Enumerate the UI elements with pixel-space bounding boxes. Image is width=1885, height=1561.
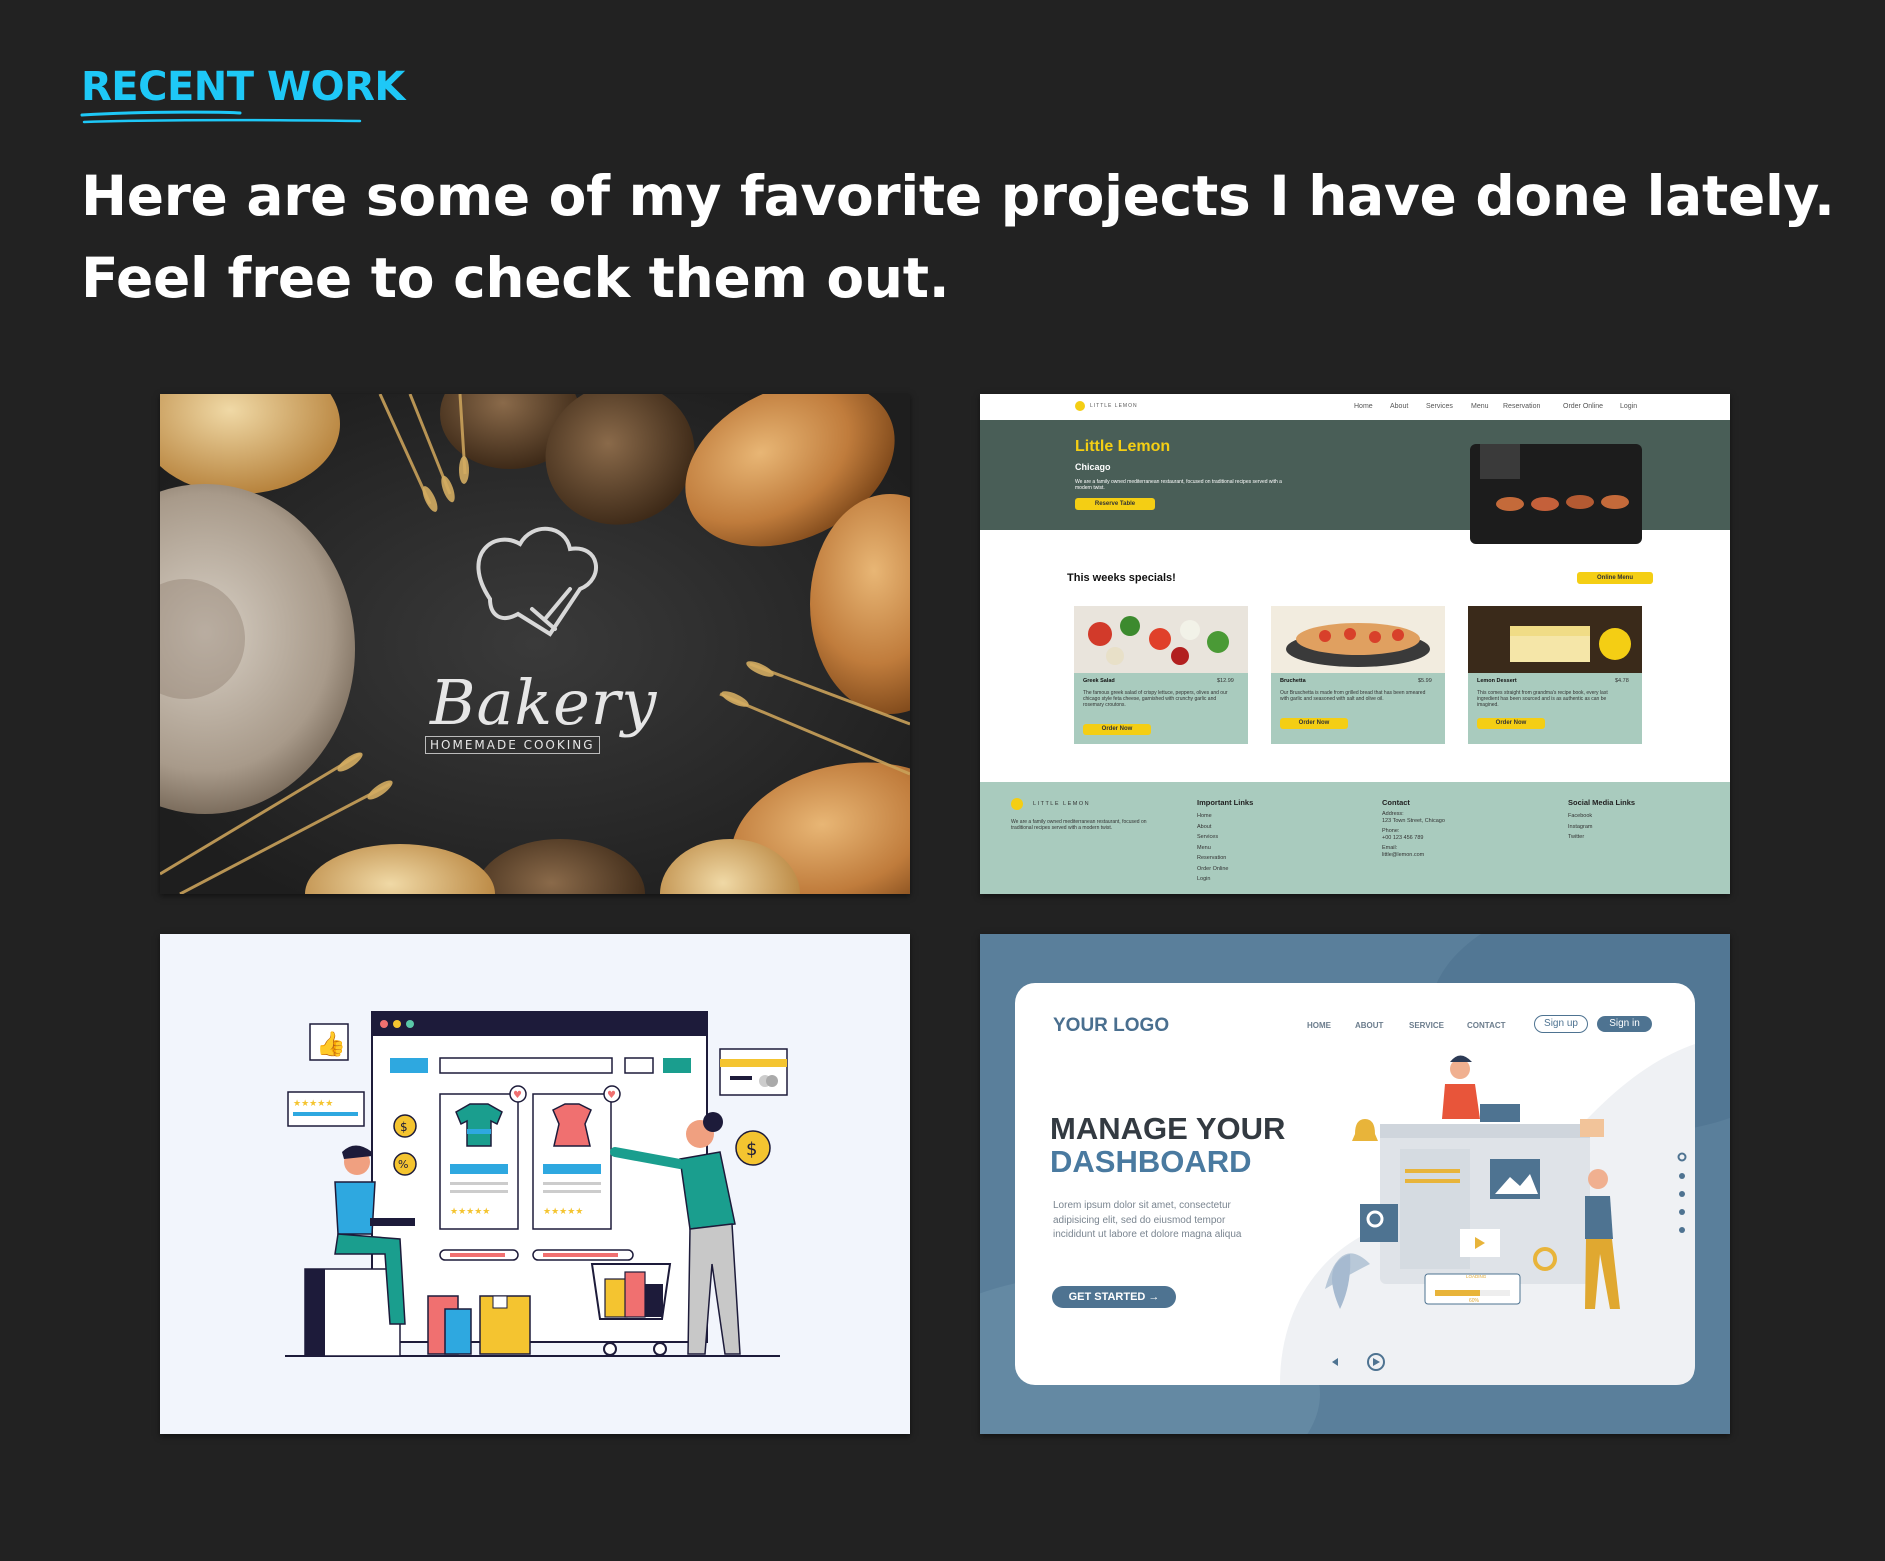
loading-label: LOADING xyxy=(1466,1274,1487,1279)
svg-text:♥: ♥ xyxy=(607,1090,616,1101)
order-now-button[interactable]: Order Now xyxy=(1280,718,1348,729)
dish-name: Lemon Dessert xyxy=(1477,678,1517,684)
ll-footer-social: Facebook Instagram Twitter xyxy=(1568,811,1592,843)
ll-nav-reservation[interactable]: Reservation xyxy=(1503,403,1540,410)
svg-text:★★★★★: ★★★★★ xyxy=(543,1207,583,1217)
project-card-little-lemon[interactable]: LITTLE LEMON Home About Services Menu Re… xyxy=(980,394,1730,894)
dish-desc: The famous greek salad of crispy lettuce… xyxy=(1083,690,1228,708)
ll-footer-brand: LITTLE LEMON xyxy=(1033,801,1091,807)
dashboard-nav-contact[interactable]: CONTACT xyxy=(1467,1021,1506,1030)
project-card-ecommerce[interactable]: ★★★★★ ★★★★★ ♥ ♥ 👍 ★★★★★ $ % $ xyxy=(160,934,910,1434)
ll-hero-text: We are a family owned mediterranean rest… xyxy=(1075,479,1282,491)
dashboard-nav-home[interactable]: HOME xyxy=(1307,1021,1331,1030)
footer-link[interactable]: Login xyxy=(1197,874,1229,885)
footer-link[interactable]: Reservation xyxy=(1197,853,1229,864)
contact-line: 123 Town Street, Chicago xyxy=(1382,818,1445,824)
order-now-button[interactable]: Order Now xyxy=(1083,724,1151,735)
svg-text:%: % xyxy=(398,1158,408,1171)
ll-footer-about: We are a family owned mediterranean rest… xyxy=(1011,819,1147,831)
project-card-dashboard[interactable]: YOUR LOGO HOME ABOUT SERVICE CONTACT Sig… xyxy=(980,934,1730,1434)
dish-desc: This comes straight from grandma's recip… xyxy=(1477,690,1608,708)
ll-footer-links-title: Important Links xyxy=(1197,798,1254,807)
svg-text:★★★★★: ★★★★★ xyxy=(293,1099,333,1109)
dish-price: $4.78 xyxy=(1615,678,1629,684)
bakery-title: Bakery xyxy=(430,666,658,739)
dish-price: $12.99 xyxy=(1217,678,1234,684)
ll-nav-about[interactable]: About xyxy=(1390,403,1408,410)
dashboard-signup-button[interactable]: Sign up xyxy=(1534,1015,1588,1033)
ll-nav-order[interactable]: Order Online xyxy=(1563,403,1603,410)
footer-link[interactable]: Home xyxy=(1197,811,1229,822)
dashboard-background xyxy=(980,934,1730,1434)
project-card-bakery[interactable]: Bakery HOMEMADE COOKING xyxy=(160,394,910,894)
social-link[interactable]: Twitter xyxy=(1568,832,1592,843)
dashboard-get-started-button[interactable]: GET STARTED → xyxy=(1052,1286,1176,1308)
dashboard-signin-button[interactable]: Sign in xyxy=(1597,1016,1652,1032)
ll-nav-services[interactable]: Services xyxy=(1426,403,1453,410)
bakery-image xyxy=(160,394,910,894)
contact-line: +00 123 456 789 xyxy=(1382,835,1424,841)
ll-reserve-button[interactable]: Reserve Table xyxy=(1075,498,1155,510)
dish-name: Bruchetta xyxy=(1280,678,1306,684)
ecommerce-illustration: ★★★★★ ★★★★★ ♥ ♥ 👍 ★★★★★ $ % $ xyxy=(285,1011,788,1357)
social-link[interactable]: Facebook xyxy=(1568,811,1592,822)
page-headline: Here are some of my favorite projects I … xyxy=(81,155,1841,319)
svg-text:★★★★★: ★★★★★ xyxy=(450,1207,490,1217)
section-label: RECENT WORK xyxy=(81,64,405,110)
dashboard-headline-2: DASHBOARD xyxy=(1050,1144,1252,1179)
ll-footer-contact-title: Contact xyxy=(1382,798,1410,807)
social-link[interactable]: Instagram xyxy=(1568,822,1592,833)
ll-footer-social-title: Social Media Links xyxy=(1568,798,1636,807)
ll-online-menu-button[interactable]: Online Menu xyxy=(1577,572,1653,584)
contact-line: Phone: xyxy=(1382,828,1400,834)
ll-nav-home[interactable]: Home xyxy=(1354,403,1373,410)
dashboard-headline-1: MANAGE YOUR xyxy=(1050,1111,1286,1146)
svg-text:👍: 👍 xyxy=(316,1030,346,1058)
dashboard-body: Lorem ipsum dolor sit amet, consectetur … xyxy=(1053,1200,1242,1240)
ll-hero-title: Little Lemon xyxy=(1075,438,1171,455)
ll-specials-title: This weeks specials! xyxy=(1067,572,1176,584)
ll-hero-city: Chicago xyxy=(1075,462,1111,472)
contact-line: Email: xyxy=(1382,845,1398,851)
ll-footer-links: Home About Services Menu Reservation Ord… xyxy=(1197,811,1229,885)
ll-nav-menu[interactable]: Menu xyxy=(1471,403,1489,410)
dashboard-nav-about[interactable]: ABOUT xyxy=(1355,1021,1383,1030)
svg-text:$: $ xyxy=(746,1139,757,1160)
headline-line-1: Here are some of my favorite projects I … xyxy=(81,164,1835,228)
dashboard-nav-service[interactable]: SERVICE xyxy=(1409,1021,1444,1030)
footer-link[interactable]: About xyxy=(1197,822,1229,833)
order-now-button[interactable]: Order Now xyxy=(1477,718,1545,729)
footer-link[interactable]: Menu xyxy=(1197,843,1229,854)
footer-link[interactable]: Services xyxy=(1197,832,1229,843)
headline-line-2: Feel free to check them out. xyxy=(81,246,950,310)
label-underline xyxy=(80,110,362,124)
dish-desc: Our Bruschetta is made from grilled brea… xyxy=(1280,690,1426,702)
ll-footer-contact: Address: 123 Town Street, Chicago Phone:… xyxy=(1382,811,1445,859)
contact-line: little@lemon.com xyxy=(1382,852,1425,858)
svg-text:♥: ♥ xyxy=(513,1090,522,1101)
svg-text:$: $ xyxy=(400,1120,408,1134)
bakery-subtitle: HOMEMADE COOKING xyxy=(425,736,600,754)
loading-value: 60% xyxy=(1469,1298,1480,1304)
dish-price: $5.99 xyxy=(1418,678,1432,684)
dashboard-logo[interactable]: YOUR LOGO xyxy=(1053,1015,1169,1037)
contact-line: Address: xyxy=(1382,811,1404,817)
ll-brand: LITTLE LEMON xyxy=(1090,403,1138,409)
ll-nav-login[interactable]: Login xyxy=(1620,403,1637,410)
dish-name: Greek Salad xyxy=(1083,678,1115,684)
footer-link[interactable]: Order Online xyxy=(1197,864,1229,875)
